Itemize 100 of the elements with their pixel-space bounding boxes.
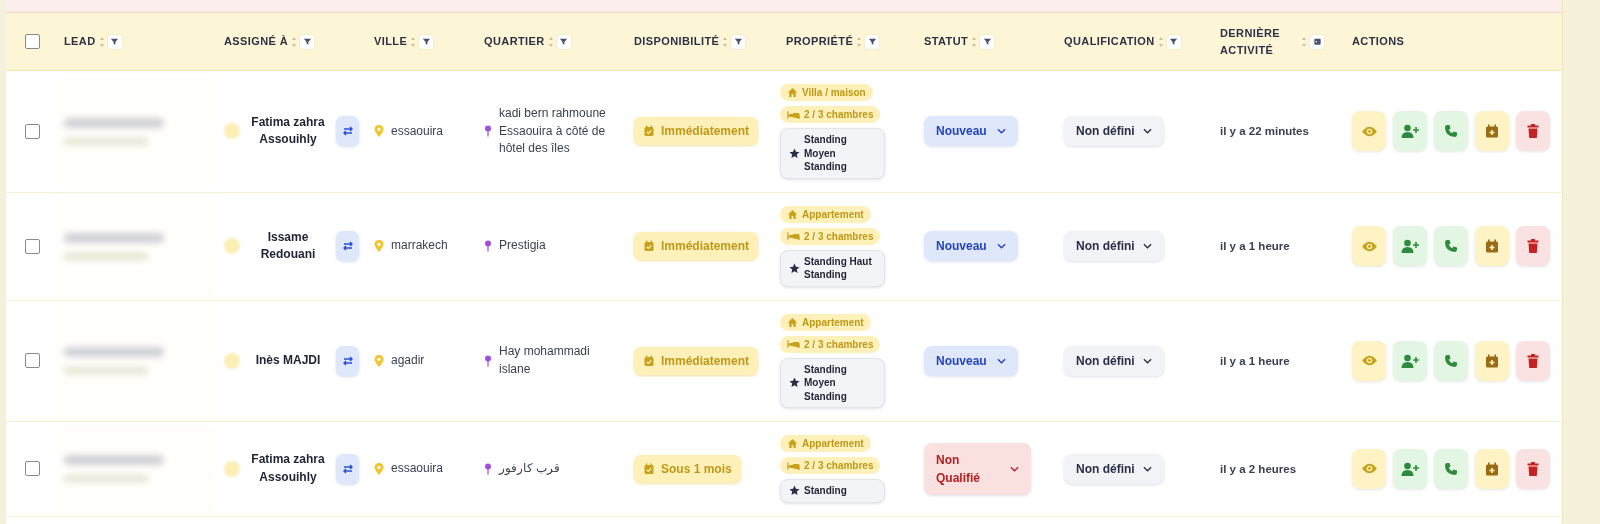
standing-text: Standing — [804, 484, 848, 498]
date-filter-button[interactable] — [1310, 34, 1324, 49]
filter-button[interactable] — [731, 34, 746, 49]
add-user-icon — [1401, 239, 1419, 253]
view-button[interactable] — [1352, 111, 1386, 152]
eye-icon — [1360, 124, 1378, 138]
availability-text: Immédiatement — [661, 353, 750, 368]
availability-text: Immédiatement — [661, 124, 750, 139]
add-user-button[interactable] — [1393, 226, 1427, 266]
star-icon — [789, 147, 800, 159]
funnel-icon — [110, 37, 120, 46]
eye-icon — [1360, 354, 1378, 368]
call-button[interactable] — [1434, 340, 1468, 381]
bed-icon — [787, 231, 800, 241]
pushpin-icon — [484, 125, 492, 138]
calendar-plus-icon — [1485, 124, 1499, 139]
calendar-add-button[interactable] — [1475, 340, 1509, 381]
filter-button[interactable] — [980, 34, 995, 49]
status-dropdown[interactable]: Nouveau — [924, 116, 1018, 147]
chevron-down-icon — [996, 128, 1006, 135]
filter-button[interactable] — [865, 34, 880, 49]
row-checkbox[interactable] — [24, 238, 40, 254]
column-header: DERNIÈRE ACTIVITÉ — [1220, 26, 1282, 58]
delete-button[interactable] — [1516, 111, 1550, 152]
row-checkbox[interactable] — [24, 353, 40, 369]
avatar — [224, 460, 240, 477]
column-header: VILLE — [374, 34, 408, 50]
add-user-button[interactable] — [1393, 448, 1427, 489]
chevron-down-icon — [1142, 128, 1152, 135]
property-type-text: Appartement — [802, 208, 864, 220]
filter-button[interactable] — [556, 34, 571, 49]
filter-button[interactable] — [300, 34, 315, 49]
delete-button[interactable] — [1516, 448, 1550, 489]
reassign-button[interactable] — [336, 453, 359, 484]
funnel-icon — [982, 37, 992, 46]
chevron-down-icon — [1142, 243, 1152, 249]
column-header: DISPONIBILITÉ — [634, 34, 720, 50]
view-button[interactable] — [1352, 448, 1386, 489]
district-text: Hay mohammadi islane — [499, 343, 591, 378]
calendar-check-icon — [643, 125, 655, 138]
calendar-add-button[interactable] — [1475, 226, 1509, 266]
row-checkbox[interactable] — [24, 123, 40, 139]
column-header: QUALIFICATION — [1064, 34, 1155, 50]
swap-arrows-icon — [341, 462, 354, 475]
availability-text: Immédiatement — [661, 239, 750, 253]
view-button[interactable] — [1352, 340, 1386, 381]
add-user-button[interactable] — [1393, 340, 1427, 381]
reassign-button[interactable] — [336, 116, 359, 147]
star-icon — [789, 485, 800, 497]
row-checkbox[interactable] — [24, 461, 40, 477]
rooms-text: 2 / 3 chambres — [804, 109, 874, 120]
qualification-dropdown[interactable]: Non défini — [1064, 231, 1164, 261]
qualification-dropdown[interactable]: Non défini — [1064, 116, 1164, 147]
funnel-icon — [867, 37, 877, 46]
star-icon — [789, 377, 800, 389]
city-text: marrakech — [391, 237, 448, 255]
location-pin-icon — [374, 354, 384, 367]
delete-button[interactable] — [1516, 340, 1550, 381]
filter-button[interactable] — [419, 34, 434, 49]
trash-icon — [1527, 239, 1539, 253]
last-activity-text: il y a 22 minutes — [1220, 125, 1309, 138]
phone-icon — [1444, 239, 1458, 253]
reassign-button[interactable] — [336, 231, 359, 261]
property-type-text: Appartement — [802, 438, 864, 449]
phone-icon — [1444, 461, 1458, 476]
delete-button[interactable] — [1516, 226, 1550, 266]
district-text: kadi bern rahmoune Essaouira à côté de hôtel des îles — [499, 105, 607, 157]
city-text: agadir — [391, 352, 425, 370]
add-user-button[interactable] — [1393, 111, 1427, 152]
qualification-dropdown[interactable]: Non défini — [1064, 345, 1164, 376]
status-dropdown[interactable]: Nouveau — [924, 231, 1018, 261]
reassign-button[interactable] — [336, 345, 359, 376]
trash-icon — [1527, 124, 1539, 139]
qualification-dropdown[interactable]: Non défini — [1064, 453, 1164, 484]
column-header: ASSIGNÉ À — [224, 34, 289, 50]
calendar-add-button[interactable] — [1475, 111, 1509, 152]
location-pin-icon — [374, 125, 384, 138]
call-button[interactable] — [1434, 448, 1468, 489]
status-dropdown[interactable]: Non Qualifié — [924, 442, 1031, 495]
add-user-icon — [1401, 124, 1419, 139]
chevron-down-icon — [996, 357, 1006, 364]
pushpin-icon — [484, 240, 492, 252]
filter-button[interactable] — [107, 34, 122, 49]
select-all-checkbox[interactable] — [24, 34, 40, 49]
assignee-name: Issame Redouani — [259, 228, 317, 263]
standing-text: Standing Moyen Standing — [804, 362, 848, 403]
standing-text: Standing Haut Standing — [804, 254, 873, 282]
calendar-icon — [1312, 37, 1322, 46]
view-button[interactable] — [1352, 226, 1386, 266]
calendar-add-button[interactable] — [1475, 448, 1509, 489]
last-activity-text: il y a 1 heure — [1220, 354, 1290, 367]
filter-button[interactable] — [1166, 34, 1181, 49]
location-pin-icon — [374, 240, 384, 252]
calendar-plus-icon — [1485, 353, 1499, 368]
call-button[interactable] — [1434, 111, 1468, 152]
district-text: قرب كارفور — [499, 460, 561, 478]
funnel-icon — [421, 37, 431, 46]
phone-icon — [1444, 353, 1458, 368]
call-button[interactable] — [1434, 226, 1468, 266]
status-dropdown[interactable]: Nouveau — [924, 345, 1018, 376]
